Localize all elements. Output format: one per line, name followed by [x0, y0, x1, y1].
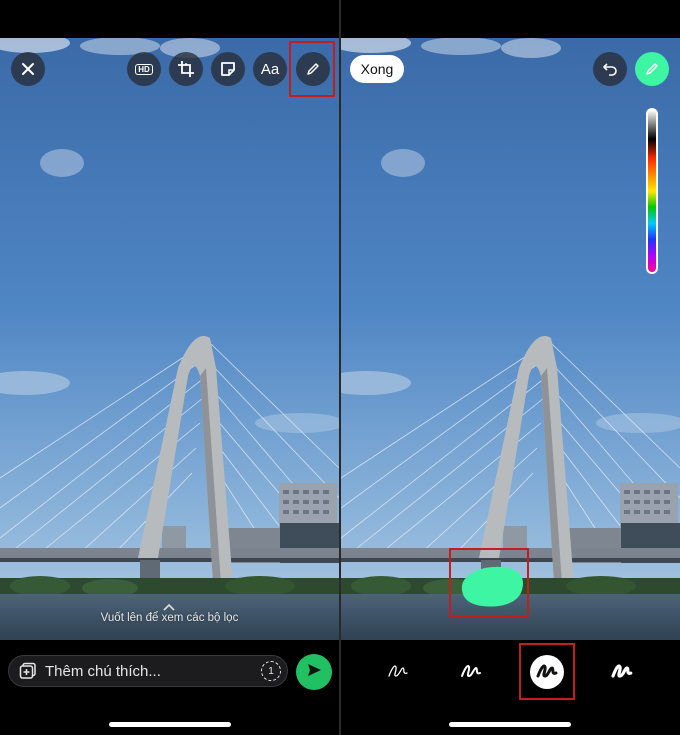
- neon-pen-button[interactable]: [605, 655, 639, 689]
- done-button[interactable]: Xong: [350, 55, 404, 83]
- brush-stroke-highlight: [449, 548, 529, 617]
- drawing-panel: Xong: [341, 0, 680, 735]
- text-button[interactable]: Aa: [253, 52, 287, 86]
- caption-placeholder: Thêm chú thích...: [45, 662, 161, 680]
- view-once-icon[interactable]: 1: [261, 661, 281, 681]
- add-media-icon[interactable]: [19, 662, 37, 680]
- crop-rotate-icon: [177, 60, 195, 78]
- thick-pen-highlight: [519, 643, 575, 700]
- close-icon: [21, 62, 35, 76]
- draw-button-highlight: [289, 41, 335, 97]
- pencil-icon: [644, 61, 660, 77]
- crop-button[interactable]: [169, 52, 203, 86]
- send-button[interactable]: [296, 654, 332, 690]
- sticker-icon: [219, 60, 237, 78]
- medium-pen-button[interactable]: [454, 655, 488, 689]
- caption-input[interactable]: Thêm chú thích... 1: [8, 655, 288, 687]
- thin-pen-icon: [387, 660, 409, 685]
- medium-pen-icon: [460, 660, 482, 685]
- undo-button[interactable]: [593, 52, 627, 86]
- sticker-button[interactable]: [211, 52, 245, 86]
- thin-pen-button[interactable]: [381, 655, 415, 689]
- filter-swipe-hint: Vuốt lên để xem các bộ lọc: [100, 612, 239, 624]
- chevron-up-icon: [163, 603, 175, 611]
- hd-icon: HD: [135, 63, 153, 75]
- text-tool-label: Aa: [260, 60, 280, 78]
- photo-preview: [0, 38, 339, 640]
- draw-active-button[interactable]: [635, 52, 669, 86]
- send-icon: [306, 662, 322, 683]
- close-button[interactable]: [11, 52, 45, 86]
- hd-quality-button[interactable]: HD: [127, 52, 161, 86]
- neon-pen-icon: [611, 660, 633, 685]
- home-indicator: [449, 722, 571, 727]
- home-indicator: [109, 722, 231, 727]
- color-palette-slider[interactable]: [646, 108, 658, 274]
- undo-icon: [602, 61, 618, 77]
- editor-preview-panel: HD Aa Vuốt lên để xem các bộ lọc Thêm ch…: [0, 0, 339, 735]
